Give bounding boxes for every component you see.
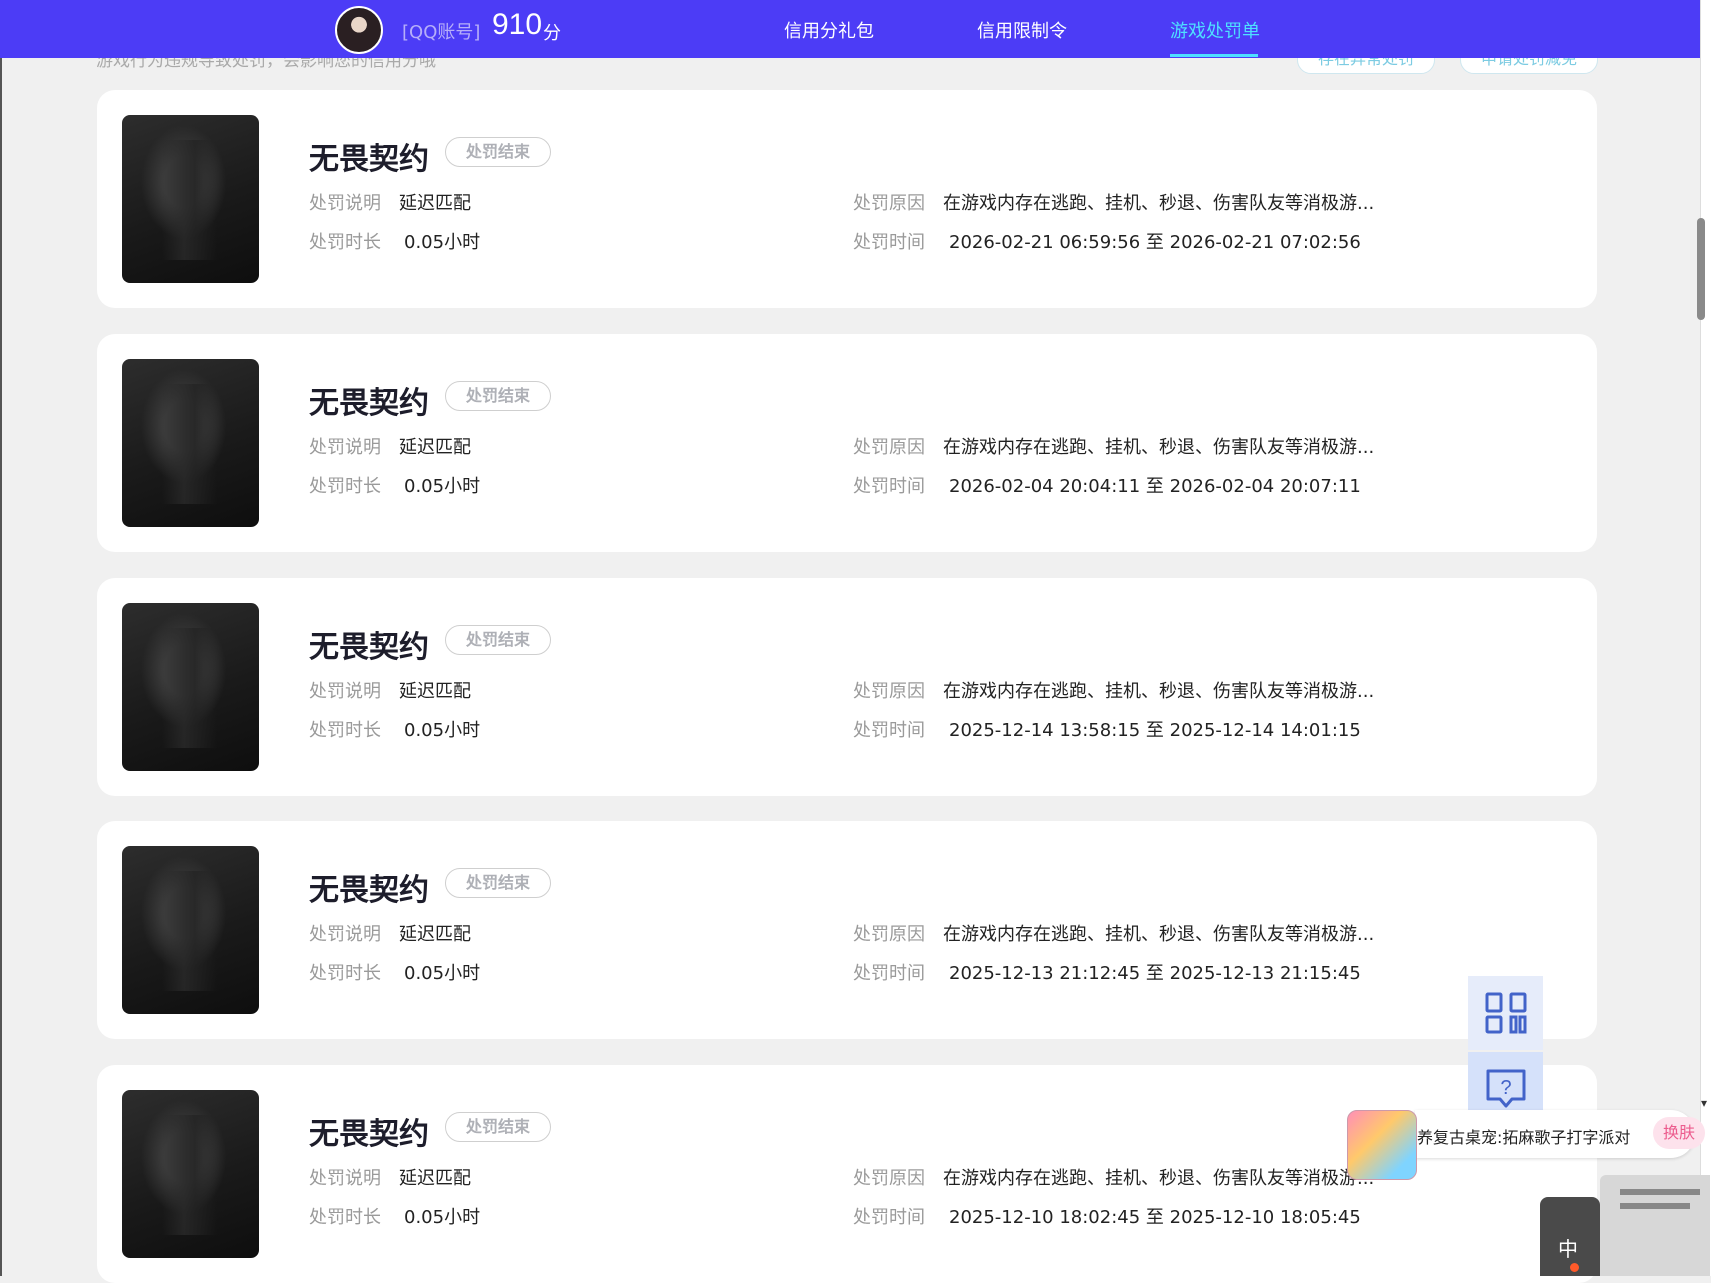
pet-banner-text: 养复古桌宠:拓麻歌子打字派对	[1417, 1128, 1631, 1147]
duration-value: 0.05小时	[404, 476, 481, 497]
skin-button[interactable]: 换肤	[1653, 1117, 1705, 1149]
ime-widget[interactable]: 中	[1540, 1175, 1711, 1276]
reason-label: 处罚原因	[853, 924, 925, 945]
status-badge: 处罚结束	[445, 1112, 551, 1142]
penalty-card[interactable]: 无畏契约 处罚结束处罚说明 延迟匹配 处罚时长 0.05小时 处罚原因 在游戏内存在逃跑、挂…	[97, 334, 1597, 552]
desc-label: 处罚说明	[309, 193, 381, 214]
reason-value: 在游戏内存在逃跑、挂机、秒退、伤害队友等消极游...	[943, 681, 1375, 702]
desc-label: 处罚说明	[309, 924, 381, 945]
desc-label: 处罚说明	[309, 1168, 381, 1189]
duration-label: 处罚时长	[309, 720, 381, 741]
desc-label: 处罚说明	[309, 437, 381, 458]
status-badge: 处罚结束	[445, 137, 551, 167]
duration-value: 0.05小时	[404, 232, 481, 253]
penalty-card[interactable]: 无畏契约 处罚结束处罚说明 延迟匹配 处罚时长 0.05小时 处罚原因 在游戏内存在逃跑、挂…	[97, 821, 1597, 1039]
duration-value: 0.05小时	[404, 720, 481, 741]
ime-mode-label: 中	[1558, 1237, 1578, 1261]
desc-value: 延迟匹配	[399, 1168, 471, 1189]
reason-label: 处罚原因	[853, 1168, 925, 1189]
tab-credit-gift[interactable]: 信用分礼包	[784, 17, 874, 43]
duration-value: 0.05小时	[404, 1207, 481, 1228]
desc-label: 处罚说明	[309, 681, 381, 702]
reason-label: 处罚原因	[853, 193, 925, 214]
time-label: 处罚时间	[853, 963, 925, 984]
reason-value: 在游戏内存在逃跑、挂机、秒退、伤害队友等消极游...	[943, 924, 1375, 945]
pet-icon[interactable]	[1347, 1110, 1417, 1180]
time-value: 2026-02-21 06:59:56 至 2026-02-21 07:02:5…	[949, 232, 1361, 253]
reason-label: 处罚原因	[853, 681, 925, 702]
game-thumbnail	[122, 846, 259, 1014]
ime-status-dot	[1570, 1263, 1579, 1272]
game-title: 无畏契约	[309, 1117, 429, 1152]
window-edge	[0, 0, 2, 1276]
duration-label: 处罚时长	[309, 1207, 381, 1228]
qr-code-icon	[1485, 992, 1527, 1034]
qr-code-button[interactable]	[1468, 976, 1543, 1050]
time-value: 2025-12-10 18:02:45 至 2025-12-10 18:05:4…	[949, 1207, 1361, 1228]
svg-text:?: ?	[1500, 1077, 1511, 1099]
game-thumbnail	[122, 603, 259, 771]
penalty-card[interactable]: 无畏契约 处罚结束处罚说明 延迟匹配 处罚时长 0.05小时 处罚原因 在游戏内存在逃跑、挂…	[97, 90, 1597, 308]
duration-value: 0.05小时	[404, 963, 481, 984]
game-title: 无畏契约	[309, 873, 429, 908]
scrollbar-track[interactable]	[1700, 0, 1711, 1276]
time-label: 处罚时间	[853, 476, 925, 497]
duration-label: 处罚时长	[309, 232, 381, 253]
status-badge: 处罚结束	[445, 625, 551, 655]
credit-score-unit: 分	[543, 23, 561, 44]
time-label: 处罚时间	[853, 720, 925, 741]
active-tab-indicator	[1170, 54, 1258, 57]
desc-value: 延迟匹配	[399, 437, 471, 458]
game-title: 无畏契约	[309, 630, 429, 665]
status-badge: 处罚结束	[445, 868, 551, 898]
game-title: 无畏契约	[309, 142, 429, 177]
desktop-pet-widget[interactable]: 养复古桌宠:拓麻歌子打字派对 换肤	[1347, 1110, 1707, 1180]
time-label: 处罚时间	[853, 1207, 925, 1228]
penalty-card[interactable]: 无畏契约 处罚结束处罚说明 延迟匹配 处罚时长 0.05小时 处罚原因 在游戏内存在逃跑、挂…	[97, 578, 1597, 796]
reason-label: 处罚原因	[853, 437, 925, 458]
time-value: 2025-12-13 21:12:45 至 2025-12-13 21:15:4…	[949, 963, 1361, 984]
scrollbar-thumb[interactable]	[1697, 218, 1705, 320]
top-bar: [QQ账号] 910 分 信用分礼包 信用限制令 游戏处罚单	[0, 0, 1700, 58]
game-title: 无畏契约	[309, 386, 429, 421]
credit-score: 910	[492, 8, 543, 41]
desc-value: 延迟匹配	[399, 924, 471, 945]
ime-indicator[interactable]: 中	[1540, 1197, 1600, 1276]
desc-value: 延迟匹配	[399, 681, 471, 702]
help-bubble-icon: ?	[1486, 1069, 1526, 1108]
ime-paper-icon	[1600, 1175, 1710, 1276]
duration-label: 处罚时长	[309, 476, 381, 497]
tab-game-penalty[interactable]: 游戏处罚单	[1170, 17, 1260, 43]
scroll-down-arrow-icon[interactable]: ▾	[1701, 1096, 1707, 1110]
game-thumbnail	[122, 115, 259, 283]
reason-value: 在游戏内存在逃跑、挂机、秒退、伤害队友等消极游...	[943, 1168, 1375, 1189]
time-value: 2025-12-14 13:58:15 至 2025-12-14 14:01:1…	[949, 720, 1361, 741]
account-label: [QQ账号]	[402, 22, 481, 43]
duration-label: 处罚时长	[309, 963, 381, 984]
time-value: 2026-02-04 20:04:11 至 2026-02-04 20:07:1…	[949, 476, 1361, 497]
desc-value: 延迟匹配	[399, 193, 471, 214]
reason-value: 在游戏内存在逃跑、挂机、秒退、伤害队友等消极游...	[943, 193, 1375, 214]
game-thumbnail	[122, 359, 259, 527]
time-label: 处罚时间	[853, 232, 925, 253]
avatar[interactable]	[335, 6, 383, 54]
reason-value: 在游戏内存在逃跑、挂机、秒退、伤害队友等消极游...	[943, 437, 1375, 458]
tab-credit-restriction[interactable]: 信用限制令	[977, 17, 1067, 43]
status-badge: 处罚结束	[445, 381, 551, 411]
game-thumbnail	[122, 1090, 259, 1258]
